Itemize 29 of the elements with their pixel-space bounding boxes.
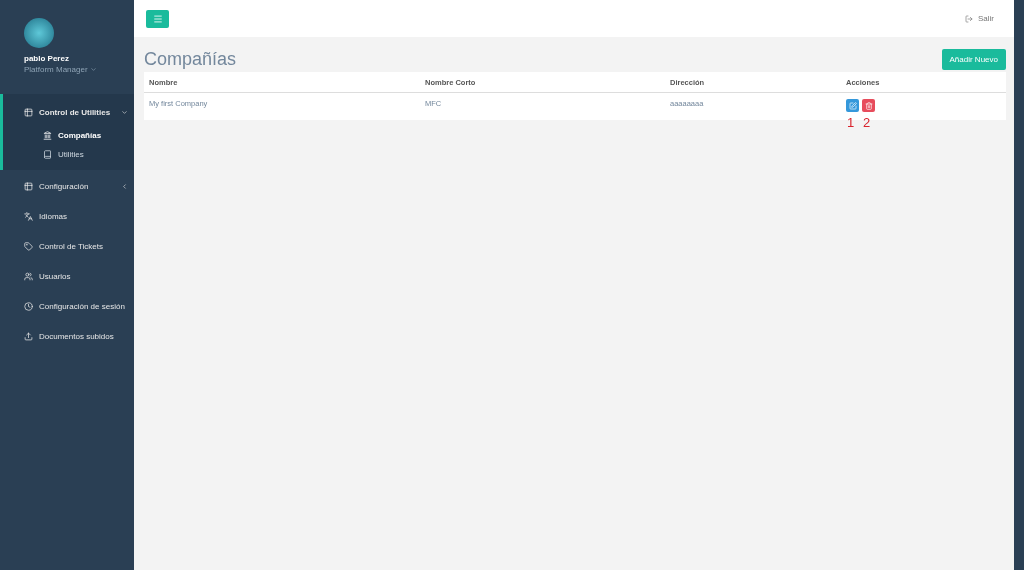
user-role[interactable]: Platform Manager <box>24 65 124 74</box>
sidebar-item[interactable]: Control de Tickets <box>0 232 134 260</box>
sidebar-subitem[interactable]: Compañías <box>3 126 134 145</box>
list-icon <box>24 181 33 191</box>
users-icon <box>24 271 33 281</box>
tag-icon <box>24 241 33 251</box>
sidebar-subitem[interactable]: Utilities <box>3 145 134 164</box>
book-icon <box>43 150 52 159</box>
upload-icon <box>24 331 33 341</box>
list-icon <box>24 107 33 117</box>
avatar <box>24 18 54 48</box>
sidebar-item[interactable]: Usuarios <box>0 262 134 290</box>
page-title: Compañías <box>144 49 237 70</box>
sidebar-item[interactable]: Configuración <box>0 172 134 200</box>
annotation-number: 1 <box>847 115 855 130</box>
caret-icon <box>89 66 97 73</box>
logout-link[interactable]: Salir <box>965 14 994 23</box>
translate-icon <box>24 211 33 221</box>
sidebar-item[interactable]: Control de Utilities <box>3 98 134 126</box>
sidebar-item[interactable]: Configuración de sesión <box>0 292 134 320</box>
logout-icon <box>965 14 973 23</box>
sidebar-item[interactable]: Documentos subidos <box>0 322 134 350</box>
user-name: pablo Perez <box>24 54 70 63</box>
bank-icon <box>43 131 52 140</box>
annotation-number: 2 <box>863 115 871 130</box>
menu-icon <box>152 13 163 24</box>
clock-icon <box>24 301 33 311</box>
menu-button[interactable] <box>146 9 169 28</box>
sidebar-item[interactable]: Idiomas <box>0 202 134 230</box>
